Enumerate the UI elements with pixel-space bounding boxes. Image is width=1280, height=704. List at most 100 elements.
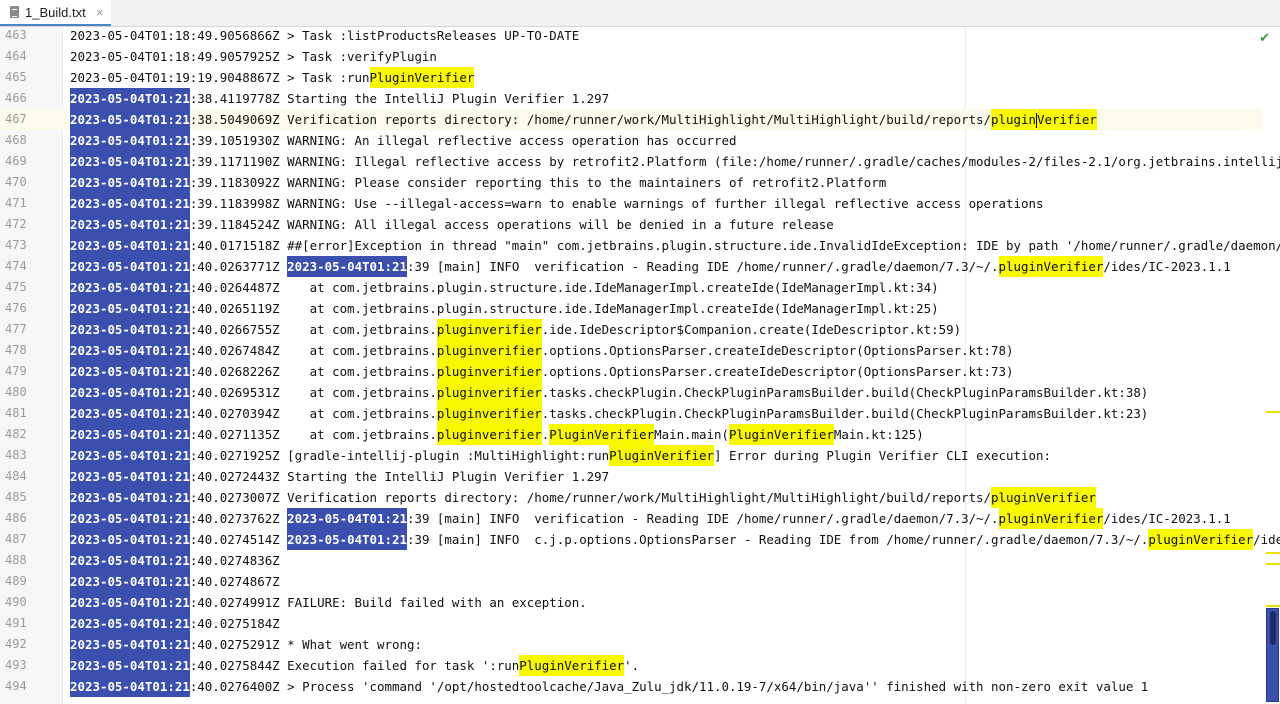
editor[interactable]: 463 2023-05-04T01:18:49.9056866Z > Task :… — [0, 27, 1280, 704]
line-text[interactable]: 2023-05-04T01:21:40.0274867Z — [70, 571, 280, 592]
search-highlight: plugin — [991, 109, 1036, 130]
highlight-marker[interactable] — [1266, 552, 1280, 554]
line-number: 475 — [5, 280, 27, 294]
search-highlight: PluginVerifier — [729, 424, 834, 445]
line-number: 482 — [5, 427, 27, 441]
line-text[interactable]: 2023-05-04T01:21:40.0274514Z 2023-05-04T… — [70, 529, 1280, 550]
line-text[interactable]: 2023-05-04T01:18:49.9057925Z > Task :ver… — [70, 46, 437, 67]
selection-highlight: 2023-05-04T01:21 — [70, 676, 190, 697]
text-segment: .options.OptionsParser.createIdeDescript… — [541, 343, 1014, 358]
log-line[interactable]: 464 2023-05-04T01:18:49.9057925Z > Task :… — [0, 46, 1262, 67]
line-text[interactable]: 2023-05-04T01:21:40.0265119Z at com.jetb… — [70, 298, 939, 319]
line-text[interactable]: 2023-05-04T01:21:39.1051930Z WARNING: An… — [70, 130, 736, 151]
log-line[interactable]: 468 2023-05-04T01:21:39.1051930Z WARNING:… — [0, 130, 1262, 151]
log-line[interactable]: 483 2023-05-04T01:21:40.0271925Z [gradle-… — [0, 445, 1262, 466]
log-line[interactable]: 492 2023-05-04T01:21:40.0275291Z * What w… — [0, 634, 1262, 655]
scrollbar[interactable] — [1266, 27, 1280, 704]
log-line[interactable]: 473 2023-05-04T01:21:40.0171518Z ##[error… — [0, 235, 1280, 256]
log-line[interactable]: 494 2023-05-04T01:21:40.0276400Z > Proces… — [0, 676, 1262, 697]
line-text[interactable]: 2023-05-04T01:21:40.0275844Z Execution f… — [70, 655, 639, 676]
code-lines[interactable]: 463 2023-05-04T01:18:49.9056866Z > Task :… — [0, 27, 1280, 697]
log-line[interactable]: 481 2023-05-04T01:21:40.0270394Z at com.j… — [0, 403, 1262, 424]
log-line[interactable]: 487 2023-05-04T01:21:40.0274514Z 2023-05-… — [0, 529, 1280, 550]
line-text[interactable]: 2023-05-04T01:21:38.4119778Z Starting th… — [70, 88, 609, 109]
line-text[interactable]: 2023-05-04T01:21:40.0272443Z Starting th… — [70, 466, 609, 487]
log-line[interactable]: 486 2023-05-04T01:21:40.0273762Z 2023-05-… — [0, 508, 1262, 529]
log-line[interactable]: 480 2023-05-04T01:21:40.0269531Z at com.j… — [0, 382, 1262, 403]
highlight-marker[interactable] — [1266, 605, 1280, 607]
line-text[interactable]: 2023-05-04T01:21:40.0266755Z at com.jetb… — [70, 319, 961, 340]
line-text[interactable]: 2023-05-04T01:21:40.0271135Z at com.jetb… — [70, 424, 924, 445]
log-line[interactable]: 482 2023-05-04T01:21:40.0271135Z at com.j… — [0, 424, 1262, 445]
close-icon[interactable]: × — [96, 5, 104, 20]
highlight-marker[interactable] — [1266, 411, 1280, 413]
scrollbar-thumb[interactable] — [1270, 611, 1276, 645]
log-line[interactable]: 488 2023-05-04T01:21:40.0274836Z — [0, 550, 1262, 571]
text-segment: :38.5049069Z Verification reports direct… — [189, 112, 992, 127]
selection-highlight: 2023-05-04T01:21 — [70, 88, 190, 109]
log-line[interactable]: 469 2023-05-04T01:21:39.1171190Z WARNING:… — [0, 151, 1280, 172]
log-line[interactable]: 471 2023-05-04T01:21:39.1183998Z WARNING:… — [0, 193, 1262, 214]
line-text[interactable]: 2023-05-04T01:21:40.0270394Z at com.jetb… — [70, 403, 1148, 424]
log-line[interactable]: 465 2023-05-04T01:19:19.9048867Z > Task :… — [0, 67, 1262, 88]
selection-highlight: 2023-05-04T01:21 — [70, 382, 190, 403]
search-highlight: pluginVerifier — [991, 487, 1096, 508]
line-text[interactable]: 2023-05-04T01:21:39.1183998Z WARNING: Us… — [70, 193, 1043, 214]
text-segment: :40.0265119Z at com.jetbrains.plugin.str… — [189, 301, 939, 316]
line-text[interactable]: 2023-05-04T01:21:39.1171190Z WARNING: Il… — [70, 151, 1280, 172]
highlight-marker[interactable] — [1266, 563, 1280, 565]
selection-highlight: 2023-05-04T01:21 — [287, 529, 407, 550]
line-text[interactable]: 2023-05-04T01:21:39.1184524Z WARNING: Al… — [70, 214, 834, 235]
log-line[interactable]: 466 2023-05-04T01:21:38.4119778Z Starting… — [0, 88, 1262, 109]
text-segment: .tasks.checkPlugin.CheckPluginParamsBuil… — [541, 385, 1149, 400]
line-number: 463 — [5, 28, 27, 42]
line-text[interactable]: 2023-05-04T01:21:40.0271925Z [gradle-int… — [70, 445, 1051, 466]
selection-highlight: 2023-05-04T01:21 — [70, 424, 190, 445]
log-line[interactable]: 489 2023-05-04T01:21:40.0274867Z — [0, 571, 1262, 592]
line-text[interactable]: 2023-05-04T01:21:40.0273007Z Verificatio… — [70, 487, 1096, 508]
log-line[interactable]: 491 2023-05-04T01:21:40.0275184Z — [0, 613, 1262, 634]
log-line[interactable]: 493 2023-05-04T01:21:40.0275844Z Executio… — [0, 655, 1262, 676]
selection-highlight: 2023-05-04T01:21 — [70, 256, 190, 277]
line-number: 484 — [5, 469, 27, 483]
log-line[interactable]: 463 2023-05-04T01:18:49.9056866Z > Task :… — [0, 27, 1262, 46]
log-line[interactable]: 478 2023-05-04T01:21:40.0267484Z at com.j… — [0, 340, 1262, 361]
log-line[interactable]: 470 2023-05-04T01:21:39.1183092Z WARNING:… — [0, 172, 1262, 193]
text-segment: :40.0274836Z — [189, 553, 280, 568]
line-text[interactable]: 2023-05-04T01:21:40.0274991Z FAILURE: Bu… — [70, 592, 587, 613]
line-text[interactable]: 2023-05-04T01:21:40.0273762Z 2023-05-04T… — [70, 508, 1231, 529]
line-text[interactable]: 2023-05-04T01:21:40.0263771Z 2023-05-04T… — [70, 256, 1231, 277]
log-line[interactable]: 477 2023-05-04T01:21:40.0266755Z at com.j… — [0, 319, 1262, 340]
line-text[interactable]: 2023-05-04T01:21:40.0276400Z > Process '… — [70, 676, 1148, 697]
log-line[interactable]: 484 2023-05-04T01:21:40.0272443Z Starting… — [0, 466, 1262, 487]
log-line[interactable]: 490 2023-05-04T01:21:40.0274991Z FAILURE:… — [0, 592, 1262, 613]
log-line[interactable]: 472 2023-05-04T01:21:39.1184524Z WARNING:… — [0, 214, 1262, 235]
search-highlight: pluginverifier — [436, 340, 542, 361]
text-file-icon — [10, 6, 19, 18]
log-line[interactable]: 475 2023-05-04T01:21:40.0264487Z at com.j… — [0, 277, 1262, 298]
line-text[interactable]: 2023-05-04T01:21:40.0171518Z ##[error]Ex… — [70, 235, 1280, 256]
text-segment: :40.0275291Z * What went wrong: — [189, 637, 422, 652]
line-text[interactable]: 2023-05-04T01:21:40.0264487Z at com.jetb… — [70, 277, 939, 298]
line-text[interactable]: 2023-05-04T01:19:19.9048867Z > Task :run… — [70, 67, 475, 88]
line-text[interactable]: 2023-05-04T01:21:40.0268226Z at com.jetb… — [70, 361, 1014, 382]
tab-build-txt[interactable]: 1_Build.txt × — [0, 0, 112, 26]
line-text[interactable]: 2023-05-04T01:21:40.0269531Z at com.jetb… — [70, 382, 1148, 403]
line-text[interactable]: 2023-05-04T01:21:40.0267484Z at com.jetb… — [70, 340, 1014, 361]
text-segment: Main.kt:125) — [833, 427, 924, 442]
line-text[interactable]: 2023-05-04T01:21:38.5049069Z Verificatio… — [70, 109, 1097, 130]
line-text[interactable]: 2023-05-04T01:21:40.0275291Z * What went… — [70, 634, 422, 655]
selection-highlight: 2023-05-04T01:21 — [70, 592, 190, 613]
log-line[interactable]: 474 2023-05-04T01:21:40.0263771Z 2023-05-… — [0, 256, 1262, 277]
line-text[interactable]: 2023-05-04T01:18:49.9056866Z > Task :lis… — [70, 27, 579, 46]
log-line[interactable]: 485 2023-05-04T01:21:40.0273007Z Verifica… — [0, 487, 1262, 508]
log-line[interactable]: 479 2023-05-04T01:21:40.0268226Z at com.j… — [0, 361, 1262, 382]
log-line[interactable]: 476 2023-05-04T01:21:40.0265119Z at com.j… — [0, 298, 1262, 319]
line-number: 479 — [5, 364, 27, 378]
line-text[interactable]: 2023-05-04T01:21:39.1183092Z WARNING: Pl… — [70, 172, 886, 193]
line-text[interactable]: 2023-05-04T01:21:40.0275184Z — [70, 613, 280, 634]
log-line[interactable]: 467 2023-05-04T01:21:38.5049069Z Verifica… — [0, 109, 1262, 130]
line-number: 472 — [5, 217, 27, 231]
line-number: 489 — [5, 574, 27, 588]
line-text[interactable]: 2023-05-04T01:21:40.0274836Z — [70, 550, 280, 571]
